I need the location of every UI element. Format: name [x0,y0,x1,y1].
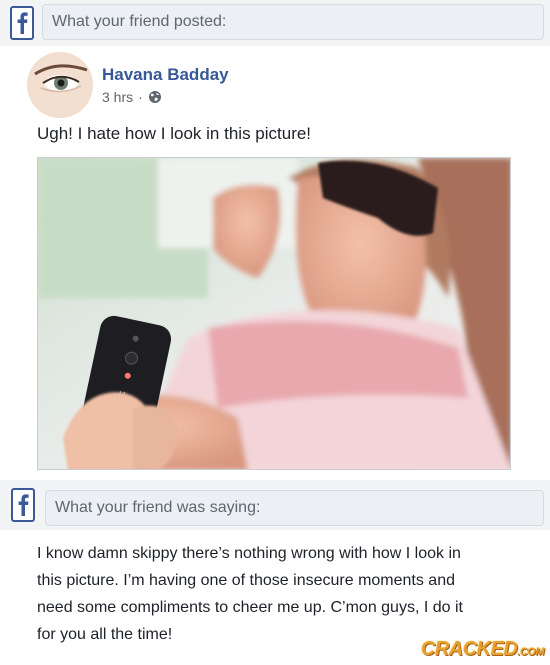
post-time[interactable]: 3 hrs [102,89,133,105]
comment-header-label: What your friend was saying: [55,499,261,516]
post-header-bar: What your friend posted: [42,4,544,40]
post-header-label: What your friend posted: [52,13,227,30]
post-text: Ugh! I hate how I look in this picture! [37,124,312,143]
comment-text: I know damn skippy there’s nothing wrong… [37,545,463,643]
meta-separator: · [138,89,143,105]
comment-header-bar: What your friend was saying: [45,490,544,526]
facebook-logo-icon [10,6,34,40]
post-meta: 3 hrs · [102,89,162,105]
cracked-watermark-logo: CRACKED.COM [420,638,545,660]
avatar[interactable] [27,52,93,118]
globe-icon[interactable] [148,90,162,104]
author-name[interactable]: Havana Badday [102,65,229,85]
facebook-logo-icon [11,488,35,522]
post-photo[interactable]: M [37,157,511,470]
